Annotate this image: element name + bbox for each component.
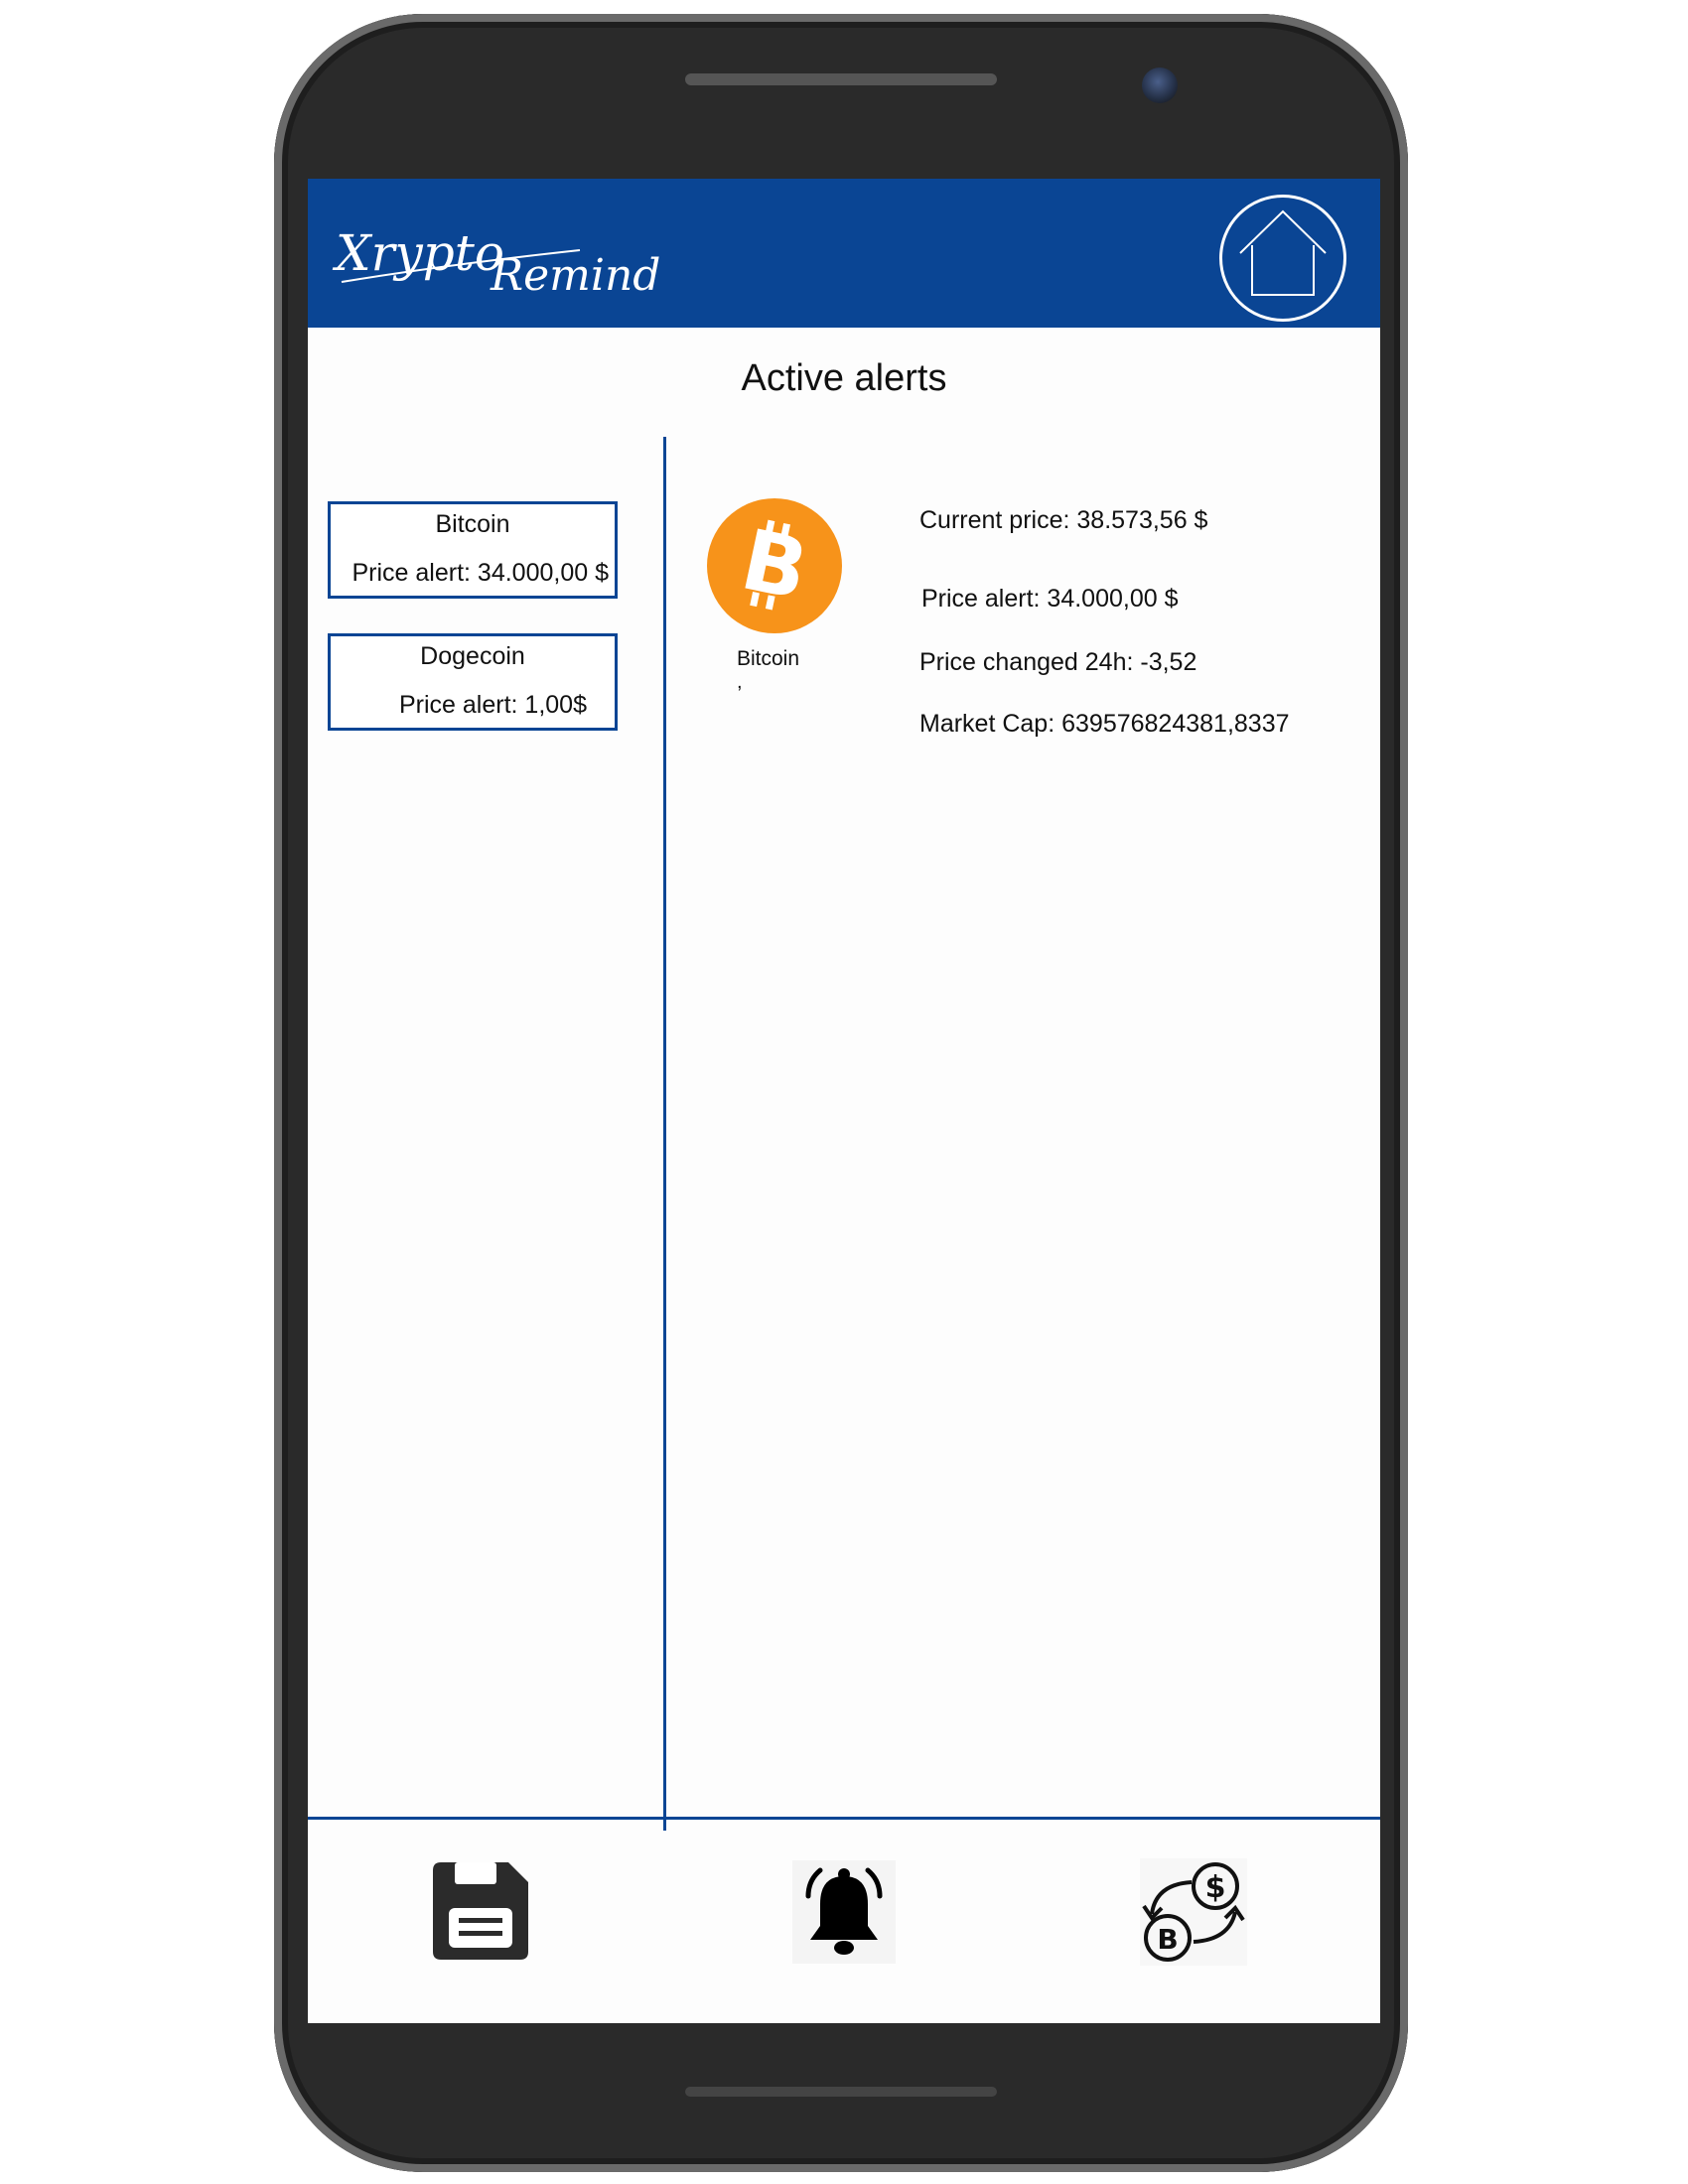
alert-price: Price alert: 34.000,00 $ — [352, 559, 610, 587]
bottom-nav-divider — [308, 1817, 1380, 1820]
alert-card-dogecoin[interactable]: Dogecoin Price alert: 1,00$ — [328, 633, 618, 731]
market-cap: Market Cap: 639576824381,8337 — [919, 710, 1290, 738]
svg-text:$: $ — [1205, 1870, 1226, 1905]
panel-divider — [663, 437, 666, 1831]
app-header: Xrypto Remind — [308, 179, 1380, 328]
home-icon — [1239, 209, 1327, 296]
save-icon — [433, 1862, 528, 1960]
coin-name-caption: Bitcoin — [737, 647, 800, 670]
svg-text:B: B — [1157, 1923, 1178, 1956]
price-change-24h: Price changed 24h: -3,52 — [919, 648, 1197, 676]
home-button[interactable] — [1219, 195, 1346, 322]
svg-text:Xrypto: Xrypto — [332, 224, 504, 282]
bottom-speaker — [685, 2087, 997, 2097]
coin-caption-mark: , — [737, 671, 743, 693]
currency-exchange-icon: $ B — [1140, 1858, 1247, 1966]
earpiece-speaker — [685, 73, 997, 85]
exchange-button[interactable]: $ B — [1138, 1856, 1249, 1968]
alert-coin-name: Bitcoin — [435, 510, 510, 538]
app-screen: Xrypto Remind Active alerts Bitcoin Pric… — [308, 179, 1380, 2023]
logo-graphic: Xrypto Remind — [332, 224, 660, 301]
current-price: Current price: 38.573,56 $ — [919, 506, 1208, 534]
detail-price-alert: Price alert: 34.000,00 $ — [921, 585, 1179, 613]
app-logo: Xrypto Remind — [332, 212, 709, 302]
save-button[interactable] — [425, 1856, 536, 1968]
bitcoin-icon: B — [707, 498, 842, 633]
alert-coin-name: Dogecoin — [420, 642, 525, 670]
page-title: Active alerts — [741, 357, 947, 399]
bell-icon — [792, 1860, 896, 1964]
alert-price: Price alert: 1,00$ — [399, 691, 587, 719]
front-camera — [1142, 68, 1178, 103]
alert-card-bitcoin[interactable]: Bitcoin Price alert: 34.000,00 $ — [328, 501, 618, 599]
alerts-button[interactable] — [788, 1856, 900, 1968]
